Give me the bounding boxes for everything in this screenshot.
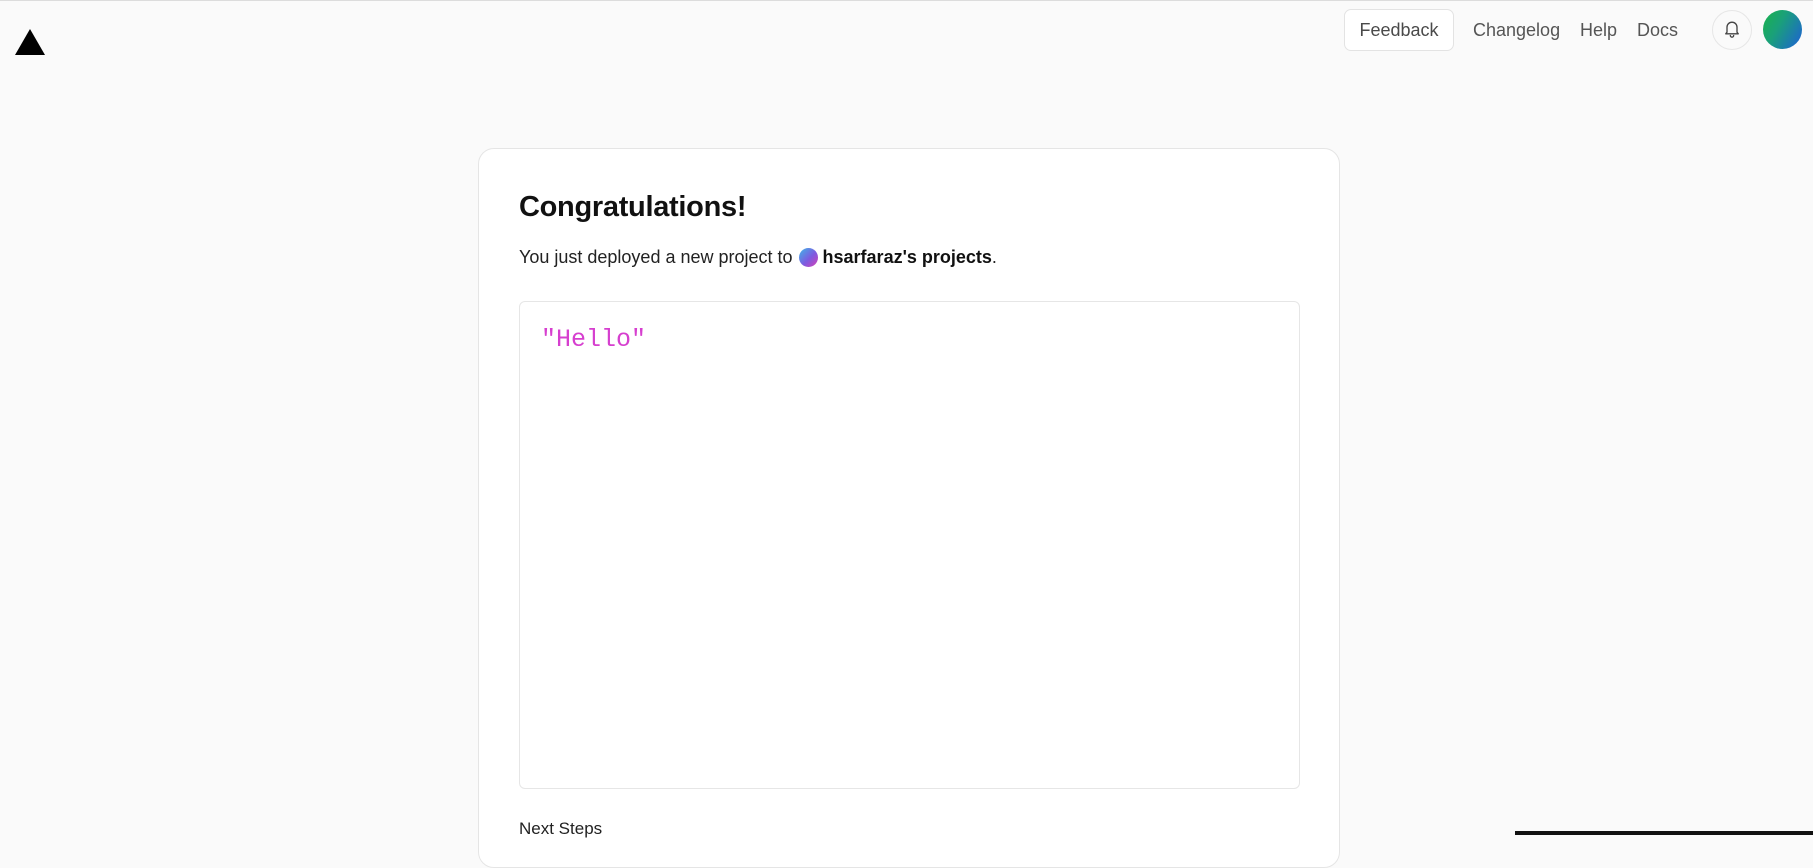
user-avatar[interactable] xyxy=(1763,10,1802,49)
feedback-button[interactable]: Feedback xyxy=(1344,9,1454,51)
nav-link-docs[interactable]: Docs xyxy=(1637,9,1678,51)
deploy-message-text: You just deployed a new project to xyxy=(519,247,793,267)
top-divider xyxy=(0,0,1813,1)
deploy-message-period: . xyxy=(991,247,997,267)
notifications-button[interactable] xyxy=(1712,10,1752,50)
next-steps-heading: Next Steps xyxy=(519,819,603,838)
deploy-message: You just deployed a new project to hsarf… xyxy=(519,247,997,268)
deployment-preview[interactable]: "Hello" xyxy=(519,301,1300,789)
bottom-edge-bar xyxy=(1515,831,1813,835)
nav-link-help[interactable]: Help xyxy=(1580,9,1617,51)
team-name-link[interactable]: hsarfaraz's projects xyxy=(823,247,992,268)
bell-icon xyxy=(1722,18,1742,43)
preview-content: "Hello" xyxy=(541,325,647,354)
page-title: Congratulations! xyxy=(519,191,747,223)
nav-link-changelog[interactable]: Changelog xyxy=(1473,9,1560,51)
header-nav: Feedback Changelog Help Docs xyxy=(0,9,1813,51)
team-avatar-icon xyxy=(798,248,818,267)
deployment-card: Congratulations! You just deployed a new… xyxy=(478,148,1340,868)
